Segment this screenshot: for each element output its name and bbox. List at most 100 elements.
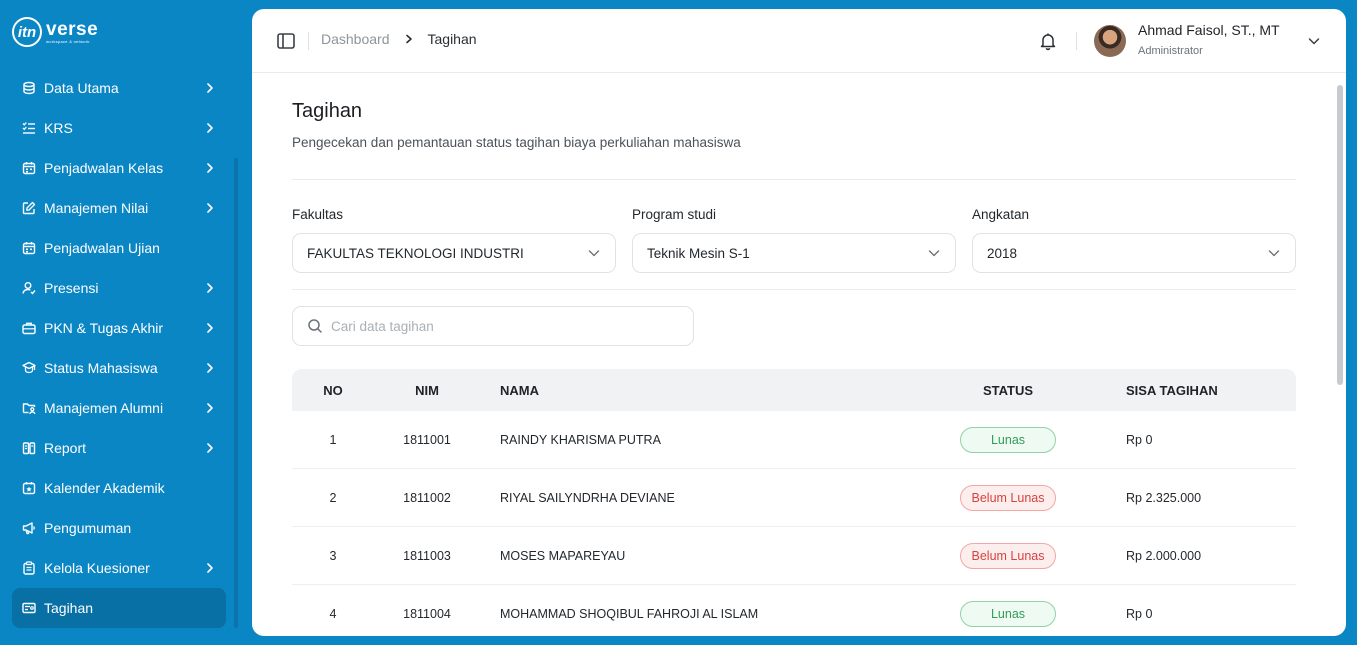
- avatar[interactable]: [1094, 25, 1126, 57]
- user-role: Administrator: [1138, 45, 1203, 57]
- fakultas-select[interactable]: FAKULTAS TEKNOLOGI INDUSTRI: [292, 233, 616, 273]
- cell-nama: MOSES MAPAREYAU: [500, 548, 626, 563]
- sidebar-item-kelola-kuesioner[interactable]: Kelola Kuesioner: [12, 548, 226, 588]
- user-name[interactable]: Ahmad Faisol, ST., MT: [1138, 22, 1280, 38]
- page-title: Tagihan: [292, 100, 363, 122]
- sidebar-toggle-icon[interactable]: [276, 31, 296, 51]
- cell-no: 2: [329, 490, 337, 505]
- table-row[interactable]: 1 1811001 RAINDY KHARISMA PUTRA Lunas Rp 0: [292, 411, 1296, 469]
- cell-sisa-tagihan: Rp 2.000.000: [1126, 548, 1202, 563]
- main-panel: Dashboard Tagihan Ahmad Faisol, ST., MT …: [252, 9, 1346, 636]
- sidebar-item-data-utama[interactable]: Data Utama: [12, 68, 226, 108]
- cell-nim: 1811001: [403, 432, 451, 447]
- sidebar-item-tagihan[interactable]: Tagihan: [12, 588, 226, 628]
- table-row[interactable]: 2 1811002 RIYAL SAILYNDRHA DEVIANE Belum Lu…: [292, 469, 1296, 527]
- sidebar-item-label: Status Mahasiswa: [44, 360, 158, 376]
- status-badge: Lunas: [960, 600, 1056, 627]
- clipboard-icon: [22, 561, 36, 575]
- sidebar-item-label: Pengumuman: [44, 520, 132, 536]
- database-icon: [22, 81, 36, 95]
- angkatan-value: 2018: [987, 245, 1018, 261]
- divider: [292, 179, 1296, 180]
- chevron-down-icon: [1267, 246, 1281, 260]
- cell-sisa-tagihan: Rp 0: [1126, 432, 1153, 447]
- status-badge: Belum Lunas: [960, 484, 1056, 511]
- brand-logo[interactable]: itn verse workspace & network: [12, 16, 98, 48]
- sidebar-item-label: PKN & Tugas Akhir: [44, 320, 164, 336]
- sidebar-item-report[interactable]: Report: [12, 428, 226, 468]
- edit-icon: [22, 201, 36, 215]
- chevron-right-icon: [204, 162, 216, 174]
- chevron-down-icon[interactable]: [1307, 34, 1321, 48]
- status-badge: Lunas: [960, 426, 1056, 453]
- cell-nim: 1811004: [403, 606, 451, 621]
- chevron-right-icon: [404, 34, 414, 44]
- sidebar-item-label: Presensi: [44, 280, 99, 296]
- sidebar: itn verse workspace & network Data Utama…: [0, 0, 240, 645]
- sidebar-item-label: Kalender Akademik: [44, 480, 165, 496]
- chevron-right-icon: [204, 202, 216, 214]
- status-badge: Belum Lunas: [960, 542, 1056, 569]
- breadcrumb-dashboard[interactable]: Dashboard: [321, 31, 390, 47]
- sidebar-scrollbar[interactable]: [234, 158, 238, 628]
- sidebar-item-label: Manajemen Alumni: [44, 400, 164, 416]
- logo-word: verse: [46, 19, 99, 40]
- cell-nim: 1811002: [403, 490, 451, 505]
- bell-icon[interactable]: [1038, 31, 1058, 51]
- sidebar-item-label: Tagihan: [44, 600, 94, 616]
- list-check-icon: [22, 121, 36, 135]
- table-row[interactable]: 3 1811003 MOSES MAPAREYAU Belum Lunas Rp 2.0…: [292, 527, 1296, 585]
- sidebar-item-label: Report: [44, 440, 87, 456]
- chevron-right-icon: [204, 362, 216, 374]
- header-sisa-tagihan[interactable]: SISA TAGIHAN: [1116, 383, 1296, 398]
- header-status[interactable]: STATUS: [900, 383, 1116, 398]
- cell-nama: MOHAMMAD SHOQIBUL FAHROJI AL ISLAM: [500, 606, 759, 621]
- cell-sisa-tagihan: Rp 2.325.000: [1126, 490, 1202, 505]
- bill-icon: [22, 601, 36, 615]
- sidebar-item-status-mahasiswa[interactable]: Status Mahasiswa: [12, 348, 226, 388]
- sidebar-item-label: Penjadwalan Ujian: [44, 240, 160, 256]
- sidebar-item-manajemen-alumni[interactable]: Manajemen Alumni: [12, 388, 226, 428]
- page-subtitle: Pengecekan dan pemantauan status tagihan…: [292, 135, 741, 150]
- chevron-right-icon: [204, 322, 216, 334]
- sidebar-item-label: Penjadwalan Kelas: [44, 160, 164, 176]
- sidebar-item-presensi[interactable]: Presensi: [12, 268, 226, 308]
- sidebar-item-pkn-tugas-akhir[interactable]: PKN & Tugas Akhir: [12, 308, 226, 348]
- sidebar-item-penjadwalan-kelas[interactable]: Penjadwalan Kelas: [12, 148, 226, 188]
- prodi-label: Program studi: [632, 207, 717, 222]
- cell-no: 4: [329, 606, 337, 621]
- search-box[interactable]: [292, 306, 694, 346]
- cell-sisa-tagihan: Rp 0: [1126, 606, 1153, 621]
- logo-mark: itn: [12, 17, 42, 47]
- sidebar-item-label: KRS: [44, 120, 73, 136]
- chevron-right-icon: [204, 82, 216, 94]
- search-icon: [307, 318, 323, 334]
- tagihan-table: NO NIM NAMA STATUS SISA TAGIHAN 1 1811001…: [292, 369, 1296, 636]
- prodi-select[interactable]: Teknik Mesin S-1: [632, 233, 956, 273]
- chevron-right-icon: [204, 402, 216, 414]
- cell-status: Belum Lunas: [900, 542, 1116, 569]
- sidebar-item-penjadwalan-ujian[interactable]: Penjadwalan Ujian: [12, 228, 226, 268]
- report-icon: [22, 441, 36, 455]
- divider: [292, 289, 1296, 290]
- chevron-right-icon: [204, 122, 216, 134]
- chevron-right-icon: [204, 442, 216, 454]
- header-nama[interactable]: NAMA: [480, 383, 900, 398]
- sidebar-item-krs[interactable]: KRS: [12, 108, 226, 148]
- chevron-right-icon: [204, 562, 216, 574]
- cell-nama: RIYAL SAILYNDRHA DEVIANE: [500, 490, 675, 505]
- sidebar-nav: Data Utama KRS Penjadwalan Kelas Manajemen …: [12, 68, 226, 628]
- cell-no: 1: [329, 432, 337, 447]
- sidebar-item-manajemen-nilai[interactable]: Manajemen Nilai: [12, 188, 226, 228]
- cell-no: 3: [329, 548, 337, 563]
- header-no[interactable]: NO: [292, 383, 374, 398]
- fakultas-value: FAKULTAS TEKNOLOGI INDUSTRI: [307, 245, 524, 261]
- sidebar-item-pengumuman[interactable]: Pengumuman: [12, 508, 226, 548]
- sidebar-item-kalender-akademik[interactable]: Kalender Akademik: [12, 468, 226, 508]
- divider: [308, 32, 309, 50]
- search-input[interactable]: [331, 318, 671, 334]
- main-scrollbar[interactable]: [1337, 85, 1343, 385]
- angkatan-select[interactable]: 2018: [972, 233, 1296, 273]
- table-row[interactable]: 4 1811004 MOHAMMAD SHOQIBUL FAHROJI AL ISL…: [292, 585, 1296, 636]
- header-nim[interactable]: NIM: [374, 383, 480, 398]
